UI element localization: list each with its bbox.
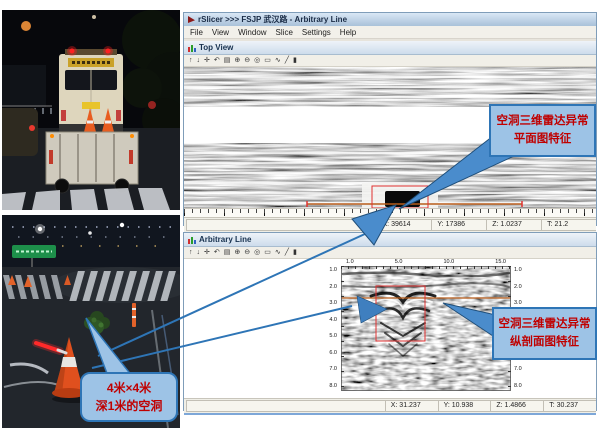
arbitrary-line-panel-header[interactable]: Arbitrary Line <box>184 233 596 247</box>
marker-icon[interactable]: ▮ <box>293 249 297 257</box>
marker-icon[interactable]: ▮ <box>293 57 297 65</box>
window-title: rSlicer >>> FSJP 武汉路 - Arbitrary Line <box>198 14 347 25</box>
void-size-line1: 4米×4米 <box>107 379 151 397</box>
zoom-out-icon[interactable]: ⊖ <box>244 57 250 65</box>
layers-icon[interactable]: ▤ <box>224 57 231 65</box>
zoom-in-icon[interactable]: ⊕ <box>234 249 240 257</box>
radargram-depth-axis-left: 1.02.0 3.04.0 5.06.0 7.08.0 <box>321 267 337 389</box>
top-view-title: Top View <box>199 43 233 52</box>
panel-chart-icon <box>188 44 196 52</box>
panel-chart-icon <box>188 236 196 244</box>
window-title-bar[interactable]: rSlicer >>> FSJP 武汉路 - Arbitrary Line <box>184 13 596 26</box>
menu-file[interactable]: File <box>190 28 203 37</box>
status-y: Y: 17386 <box>431 219 486 231</box>
status-z: Z: 1.4866 <box>490 400 543 412</box>
undo-icon[interactable]: ↶ <box>214 57 220 65</box>
photo-gpr-survey-vehicle <box>2 10 180 210</box>
top-view-toolbar: ↑ ↓ ✛ ↶ ▤ ⊕ ⊖ ◎ ▭ ∿ ╱ ▮ <box>184 55 596 67</box>
buildings <box>2 215 180 267</box>
menu-bar: File View Window Slice Settings Help <box>184 26 596 39</box>
slice-strip-group-upper <box>184 67 596 107</box>
parked-car <box>2 108 38 156</box>
streetlamp-glow <box>21 21 31 31</box>
zoom-in-icon[interactable]: ⊕ <box>234 57 240 65</box>
void-size-line2: 深1米的空洞 <box>96 397 163 415</box>
line-draw-icon[interactable]: ╱ <box>285 57 289 65</box>
move-icon[interactable]: ✛ <box>204 57 210 65</box>
menu-help[interactable]: Help <box>340 28 356 37</box>
arbitrary-line-title: Arbitrary Line <box>199 235 251 244</box>
menu-window[interactable]: Window <box>238 28 266 37</box>
menu-settings[interactable]: Settings <box>302 28 331 37</box>
status-t: T: 21.2 <box>541 219 596 231</box>
status-z: Z: 1.0237 <box>486 219 541 231</box>
arbitrary-line-toolbar: ↑ ↓ ✛ ↶ ▤ ⊕ ⊖ ◎ ▭ ∿ ╱ ▮ <box>184 247 596 259</box>
target-icon[interactable]: ◎ <box>254 249 260 257</box>
arbitrary-line-status-bar: X: 31.237 Y: 10.938 Z: 1.4866 T: 30.237 <box>184 398 596 413</box>
zoom-out-icon[interactable]: ⊖ <box>244 249 250 257</box>
pan-down-icon[interactable]: ↓ <box>197 249 201 257</box>
callout-section-view: 空洞三维雷达异常纵剖面图特征 <box>492 307 597 360</box>
top-view-status-bar: X: 39614 Y: 17386 Z: 1.0237 T: 21.2 <box>184 217 596 232</box>
delineator-post <box>132 303 136 327</box>
layers-icon[interactable]: ▤ <box>224 249 231 257</box>
menu-slice[interactable]: Slice <box>276 28 293 37</box>
status-x: X: 39614 <box>377 219 432 231</box>
radargram-section <box>341 266 511 391</box>
status-t: T: 30.237 <box>543 400 596 412</box>
pan-up-icon[interactable]: ↑ <box>189 249 193 257</box>
report-page: rSlicer >>> FSJP 武汉路 - Arbitrary Line Fi… <box>0 0 600 428</box>
pan-down-icon[interactable]: ↓ <box>197 57 201 65</box>
move-icon[interactable]: ✛ <box>204 249 210 257</box>
survey-vehicle-illustration <box>2 10 180 210</box>
wall <box>2 65 46 107</box>
rect-select-icon[interactable]: ▭ <box>264 57 271 65</box>
pan-up-icon[interactable]: ↑ <box>189 57 193 65</box>
undo-icon[interactable]: ↶ <box>214 249 220 257</box>
line-draw-icon[interactable]: ╱ <box>285 249 289 257</box>
rect-select-icon[interactable]: ▭ <box>264 249 271 257</box>
menu-view[interactable]: View <box>212 28 229 37</box>
distance-ruler <box>184 208 596 217</box>
top-view-panel-header[interactable]: Top View <box>184 41 596 55</box>
target-icon[interactable]: ◎ <box>254 57 260 65</box>
callout-void-size: 4米×4米 深1米的空洞 <box>80 372 178 422</box>
red-light-glow <box>148 101 156 109</box>
radargram-top-axis-labels: 1.0 5.0 10.0 15.0 <box>346 259 506 265</box>
status-x: X: 31.237 <box>385 400 438 412</box>
callout-plan-text: 空洞三维雷达异常平面图特征 <box>495 113 590 148</box>
wave-icon[interactable]: ∿ <box>275 249 281 257</box>
wave-icon[interactable]: ∿ <box>275 57 281 65</box>
callout-plan-view: 空洞三维雷达异常平面图特征 <box>489 104 596 157</box>
status-y: Y: 10.938 <box>438 400 491 412</box>
callout-section-text: 空洞三维雷达异常纵剖面图特征 <box>498 316 591 351</box>
app-icon <box>188 16 195 23</box>
radargram-canvas[interactable] <box>341 266 511 391</box>
